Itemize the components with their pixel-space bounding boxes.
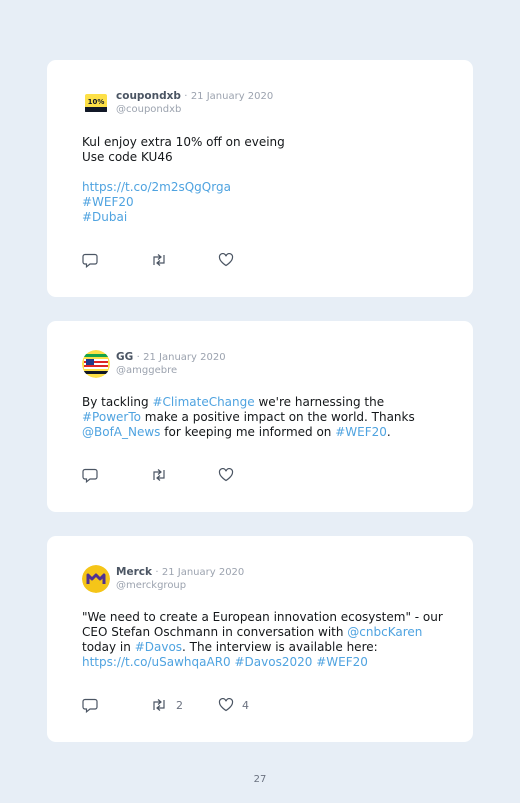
tweet-line: Kul enjoy extra 10% off on eveing xyxy=(82,135,452,150)
hashtag-link[interactable]: #PowerTo xyxy=(82,410,141,424)
tweet-actions: 2 4 xyxy=(82,697,249,713)
tweet-line: Use code KU46 xyxy=(82,150,452,165)
tweet-line: https://t.co/uSawhqaAR0 #Davos2020 #WEF2… xyxy=(82,655,452,670)
reply-icon xyxy=(82,253,98,268)
retweet-button[interactable] xyxy=(150,468,218,482)
page-number: 27 xyxy=(253,774,267,785)
tweet-actions xyxy=(82,252,242,268)
tweet-line: @BofA_News for keeping me informed on #W… xyxy=(82,425,452,440)
hashtag-link[interactable]: #WEF20 xyxy=(316,655,368,669)
tweet-text: "We need to create a European innovation… xyxy=(82,610,452,670)
tweet-text-segment: "We need to create a European innovation… xyxy=(82,610,443,624)
tweet-card: 10% coupondxb · 21 January 2020 @coupond… xyxy=(47,60,473,297)
tweet-text-segment: Kul enjoy extra 10% off on eveing xyxy=(82,135,285,149)
like-count: 4 xyxy=(242,698,249,712)
avatar-text: 10% xyxy=(88,98,105,106)
tweet-date[interactable]: 21 January 2020 xyxy=(143,352,225,363)
retweet-icon xyxy=(153,469,165,481)
author-handle[interactable]: @coupondxb xyxy=(116,103,273,116)
author-name[interactable]: Merck xyxy=(116,566,152,578)
like-icon xyxy=(218,468,234,482)
tweet-actions xyxy=(82,467,242,483)
reply-button[interactable] xyxy=(82,253,150,268)
reply-icon xyxy=(82,468,98,483)
reply-button[interactable] xyxy=(82,468,150,483)
url-link[interactable]: https://t.co/2m2sQgQrga xyxy=(82,180,231,194)
avatar[interactable] xyxy=(82,350,110,378)
tweet-line: #Dubai xyxy=(82,210,452,225)
tweet-line: By tackling #ClimateChange we're harness… xyxy=(82,395,452,410)
author-name[interactable]: GG xyxy=(116,351,133,363)
tweet-line: "We need to create a European innovation… xyxy=(82,610,452,625)
tweet-text-segment: . The interview is available here: xyxy=(182,640,378,654)
separator: · xyxy=(184,91,188,102)
tweet-header: GG · 21 January 2020 @amggebre xyxy=(82,348,226,380)
hashtag-link[interactable]: #WEF20 xyxy=(335,425,387,439)
tweet-header: 10% coupondxb · 21 January 2020 @coupond… xyxy=(82,87,273,119)
author-name[interactable]: coupondxb xyxy=(116,90,181,102)
retweet-button[interactable]: 2 xyxy=(150,698,218,712)
avatar[interactable]: 10% xyxy=(82,89,110,117)
reply-icon xyxy=(82,698,98,713)
like-icon xyxy=(218,253,234,267)
avatar[interactable] xyxy=(82,565,110,593)
retweet-button[interactable] xyxy=(150,253,218,267)
like-icon xyxy=(218,698,234,712)
tweet-text-segment: Use code KU46 xyxy=(82,150,173,164)
mention-link[interactable]: @BofA_News xyxy=(82,425,160,439)
like-button[interactable]: 4 xyxy=(218,698,249,712)
tweet-text-segment: today in xyxy=(82,640,135,654)
url-link[interactable]: https://t.co/uSawhqaAR0 xyxy=(82,655,231,669)
retweet-count: 2 xyxy=(176,698,183,712)
tweet-line: #PowerTo make a positive impact on the w… xyxy=(82,410,452,425)
tweet-date[interactable]: 21 January 2020 xyxy=(162,567,244,578)
tweet-card: GG · 21 January 2020 @amggebre By tackli… xyxy=(47,321,473,512)
tweet-text-segment: we're harnessing the xyxy=(254,395,385,409)
author-handle[interactable]: @amggebre xyxy=(116,364,226,377)
hashtag-link[interactable]: #Dubai xyxy=(82,210,127,224)
tweet-line: CEO Stefan Oschmann in conversation with… xyxy=(82,625,452,640)
retweet-icon xyxy=(153,254,165,266)
tweet-text-segment: By tackling xyxy=(82,395,153,409)
tweet-line: today in #Davos. The interview is availa… xyxy=(82,640,452,655)
separator: · xyxy=(155,567,159,578)
mention-link[interactable]: @cnbcKaren xyxy=(347,625,422,639)
like-button[interactable] xyxy=(218,468,242,482)
tweet-header: Merck · 21 January 2020 @merckgroup xyxy=(82,563,244,595)
tweet-text-segment: for keeping me informed on xyxy=(160,425,336,439)
tweet-line: https://t.co/2m2sQgQrga xyxy=(82,180,452,195)
tweet-date[interactable]: 21 January 2020 xyxy=(191,91,273,102)
hashtag-link[interactable]: #ClimateChange xyxy=(152,395,254,409)
tweet-text-segment: CEO Stefan Oschmann in conversation with xyxy=(82,625,348,639)
tweet-card: Merck · 21 January 2020 @merckgroup "We … xyxy=(47,536,473,742)
like-button[interactable] xyxy=(218,253,242,267)
hashtag-link[interactable]: #Davos xyxy=(135,640,182,654)
retweet-icon xyxy=(153,699,165,711)
tweet-text: Kul enjoy extra 10% off on eveing Use cod… xyxy=(82,135,452,225)
hashtag-link[interactable]: #Davos2020 xyxy=(235,655,313,669)
tweet-line: #WEF20 xyxy=(82,195,452,210)
tweet-text-segment: . xyxy=(386,425,391,439)
reply-button[interactable] xyxy=(82,698,150,713)
tweet-text: By tackling #ClimateChange we're harness… xyxy=(82,395,452,440)
hashtag-link[interactable]: #WEF20 xyxy=(82,195,134,209)
author-handle[interactable]: @merckgroup xyxy=(116,579,244,592)
separator: · xyxy=(136,352,140,363)
tweet-text-segment: make a positive impact on the world. Tha… xyxy=(140,410,415,424)
